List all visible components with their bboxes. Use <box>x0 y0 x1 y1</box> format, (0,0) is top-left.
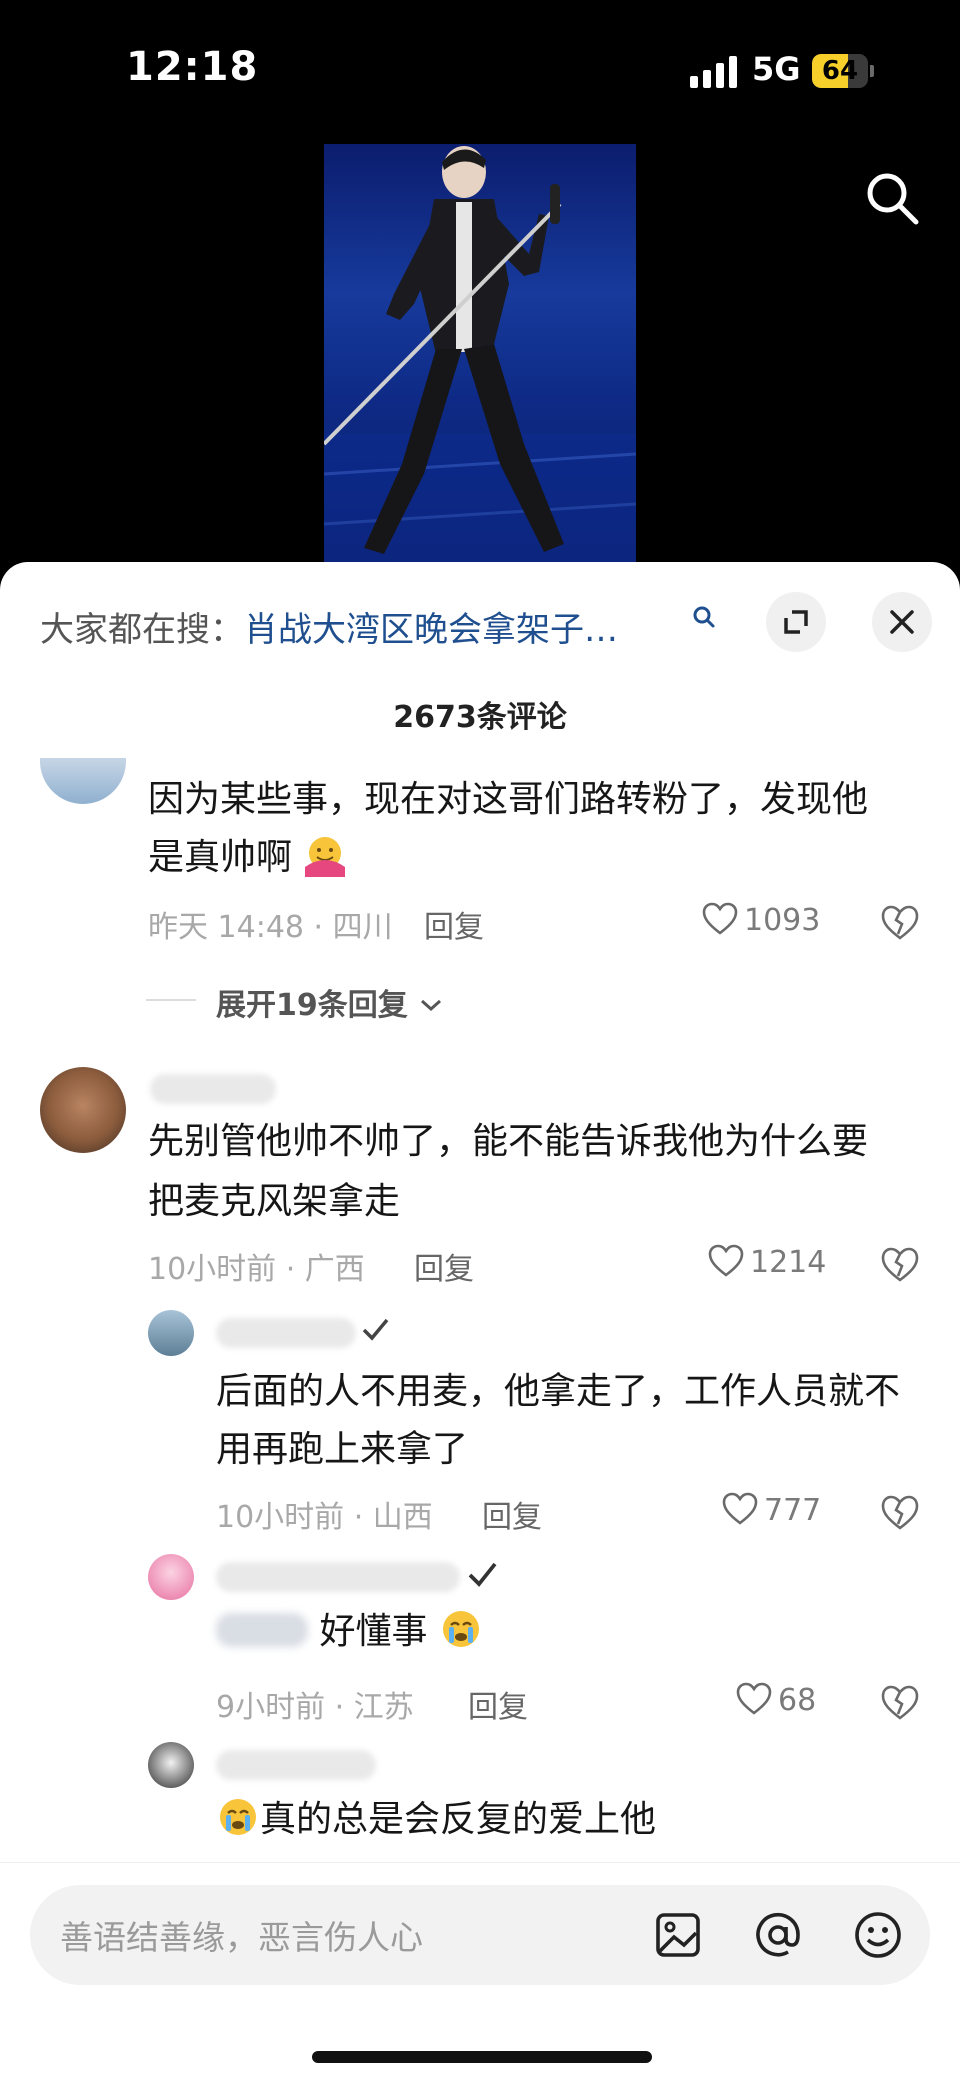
hot-search-prefix: 大家都在搜： <box>40 610 244 650</box>
status-bar: 12:18 5G 64 <box>0 0 960 140</box>
dislike-icon[interactable] <box>880 902 920 942</box>
heart-icon <box>736 1682 772 1715</box>
username-blurred <box>216 1318 356 1348</box>
verified-icon <box>362 1318 389 1341</box>
home-indicator <box>312 2051 652 2063</box>
comment-sheet: 大家都在搜：肖战大湾区晚会拿架子… 2673条评论 因为某些事，现在对这哥们路转… <box>0 562 960 2081</box>
performer-figure <box>324 146 636 570</box>
reply-time-location: 10小时前 · 山西 <box>216 1500 433 1535</box>
reply-button[interactable]: 回复 <box>424 902 484 946</box>
reply-text: 真的总是会反复的爱上他 <box>216 1790 656 1850</box>
avatar[interactable] <box>40 1067 126 1153</box>
hot-search-query[interactable]: 肖战大湾区晚会拿架子… <box>244 610 618 650</box>
like-button[interactable]: 68 <box>736 1682 816 1718</box>
close-button[interactable] <box>872 592 932 652</box>
like-count: 68 <box>778 1683 817 1718</box>
dislike-icon[interactable] <box>880 1682 920 1722</box>
username-blurred <box>216 1750 376 1780</box>
reply-text: 好懂事 <box>216 1602 483 1662</box>
verified-icon <box>468 1562 497 1587</box>
comment-text: 把麦克风架拿走 <box>148 1181 401 1222</box>
comment-time-location: 昨天 14:48 · 四川 <box>148 910 393 945</box>
reply-button[interactable]: 回复 <box>414 1244 474 1288</box>
avatar[interactable] <box>148 1554 194 1600</box>
image-icon[interactable] <box>650 1907 706 1963</box>
comment-input-placeholder: 善语结善缘，恶言伤人心 <box>60 1918 423 1957</box>
like-button[interactable]: 1093 <box>702 902 820 938</box>
like-count: 1214 <box>750 1245 827 1280</box>
comment-input-bar: 善语结善缘，恶言伤人心 <box>0 1862 960 2081</box>
comment-text: 先别管他帅不帅了，能不能告诉我他为什么要 <box>148 1121 869 1162</box>
battery-icon: 64 <box>812 54 874 88</box>
comment-text: 因为某些事，现在对这哥们路转粉了，发现他 <box>148 779 869 820</box>
dislike-icon[interactable] <box>880 1492 920 1532</box>
emoji-icon[interactable] <box>850 1907 906 1963</box>
heart-icon <box>702 902 738 935</box>
comment-text-line2: 是真帅啊 <box>148 837 293 878</box>
close-icon <box>890 610 914 634</box>
hot-search-bar[interactable]: 大家都在搜：肖战大湾区晚会拿架子… <box>40 602 690 652</box>
comment-count: 2673条评论 <box>393 700 567 735</box>
reply-text: 后面的人不用麦，他拿走了，工作人员就不 <box>216 1371 901 1412</box>
expand-icon <box>784 610 808 634</box>
username-blurred <box>216 1562 460 1592</box>
expand-replies-button[interactable]: 展开19条回复 <box>216 980 444 1024</box>
username-blurred <box>150 1074 276 1104</box>
expand-divider <box>146 999 196 1001</box>
reply-button[interactable]: 回复 <box>468 1682 528 1726</box>
like-count: 1093 <box>744 903 821 938</box>
crying-emoji-icon <box>220 1799 256 1835</box>
battery-level: 64 <box>821 56 859 86</box>
avatar[interactable] <box>40 758 126 804</box>
heart-icon <box>708 1244 744 1277</box>
avatar[interactable] <box>148 1742 194 1788</box>
reply-button[interactable]: 回复 <box>482 1492 542 1536</box>
search-icon[interactable] <box>862 168 922 228</box>
dislike-icon[interactable] <box>880 1244 920 1284</box>
avatar[interactable] <box>148 1310 194 1356</box>
comment-text: 是真帅啊 <box>148 828 347 888</box>
reply-time-location: 9小时前 · 江苏 <box>216 1690 414 1725</box>
crying-emoji-icon <box>442 1611 479 1647</box>
chevron-down-icon <box>421 999 442 1012</box>
reply-text-content: 好懂事 <box>319 1611 428 1652</box>
like-count: 777 <box>764 1493 822 1528</box>
at-icon[interactable] <box>750 1907 806 1963</box>
reply-text: 用再跑上来拿了 <box>216 1429 469 1470</box>
signal-icon <box>690 56 737 88</box>
reply-text-content: 真的总是会反复的爱上他 <box>260 1799 657 1840</box>
like-button[interactable]: 1214 <box>708 1244 826 1280</box>
search-icon[interactable] <box>690 604 718 632</box>
comment-input[interactable]: 善语结善缘，恶言伤人心 <box>30 1885 930 1985</box>
expand-replies-label: 展开19条回复 <box>216 988 408 1023</box>
video-thumbnail[interactable] <box>324 144 636 570</box>
comment-time-location: 10小时前 · 广西 <box>148 1252 365 1287</box>
like-button[interactable]: 777 <box>722 1492 821 1528</box>
status-time: 12:18 <box>126 44 259 90</box>
hug-emoji-icon <box>305 837 346 877</box>
blurred-mention <box>216 1613 308 1647</box>
heart-icon <box>722 1492 758 1525</box>
expand-button[interactable] <box>766 592 826 652</box>
network-label: 5G <box>752 50 801 88</box>
